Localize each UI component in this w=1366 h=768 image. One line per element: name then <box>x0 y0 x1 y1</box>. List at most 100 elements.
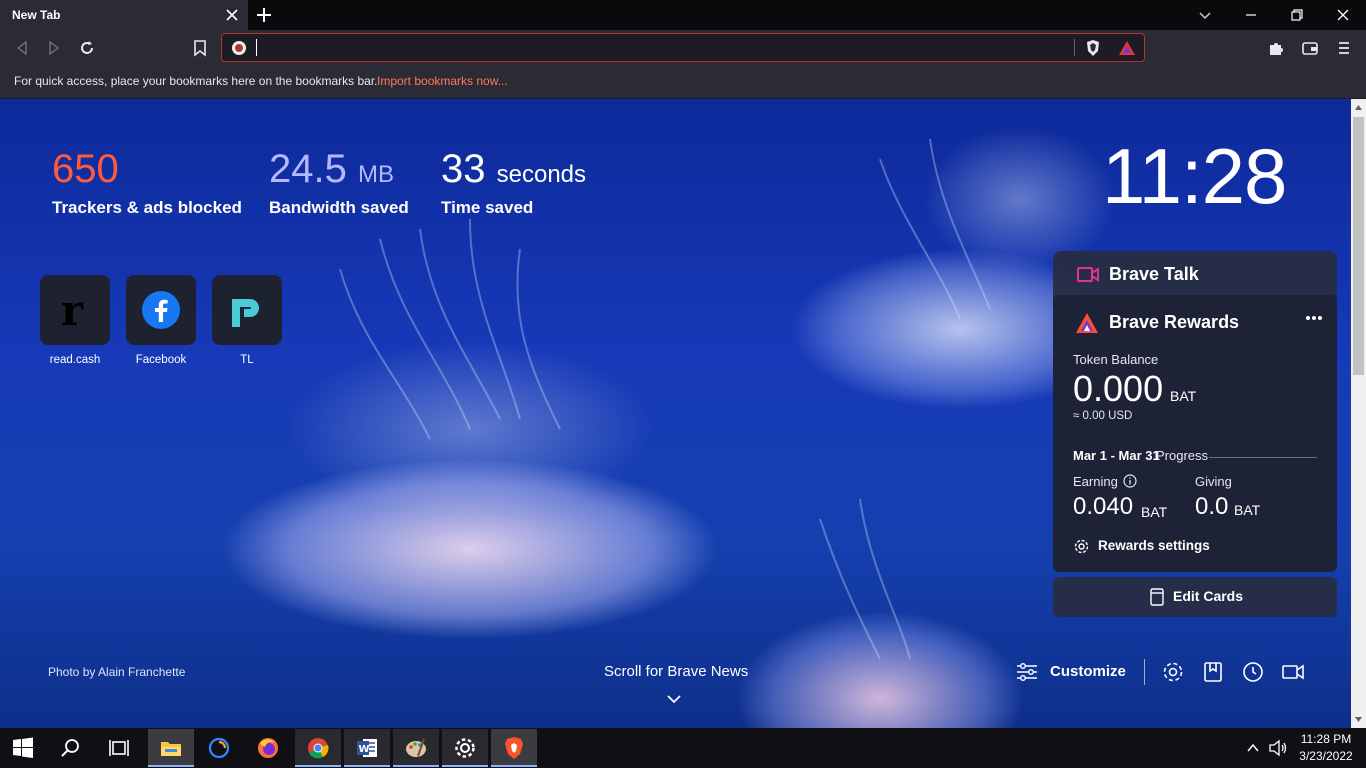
show-hidden-icons-chevron-icon[interactable] <box>1246 741 1260 755</box>
token-balance-label: Token Balance <box>1073 352 1159 367</box>
new-tab-page: 650 Trackers & ads blocked 24.5 MB Bandw… <box>0 99 1366 728</box>
brave-talk-card[interactable]: Brave Talk <box>1053 251 1337 301</box>
chrome-icon <box>308 738 329 759</box>
brave-browser-icon <box>505 737 523 759</box>
page-scrollbar[interactable] <box>1351 99 1366 728</box>
brave-talk-title: Brave Talk <box>1109 264 1199 284</box>
token-balance-unit: BAT <box>1170 388 1197 404</box>
brave-rewards-icon[interactable] <box>1118 39 1136 57</box>
edit-cards-button[interactable]: Edit Cards <box>1053 577 1337 617</box>
tab-new-tab[interactable]: New Tab <box>0 0 248 30</box>
brave-rewards-logo-icon <box>1076 313 1098 333</box>
top-site-label: read.cash <box>49 354 101 366</box>
svg-text:r: r <box>61 289 84 331</box>
svg-text:W: W <box>359 744 370 755</box>
import-bookmarks-link[interactable]: Import bookmarks now... <box>377 74 508 88</box>
address-bar[interactable] <box>221 33 1145 62</box>
volume-icon[interactable] <box>1268 739 1288 757</box>
settings-gear-icon <box>455 738 475 758</box>
token-balance-value: 0.000 <box>1073 368 1164 409</box>
read-cash-icon: r <box>61 289 84 331</box>
back-icon[interactable] <box>12 38 32 58</box>
giving-value: 0.0 <box>1195 493 1229 520</box>
history-icon[interactable] <box>1241 660 1265 684</box>
customize-label: Customize <box>1050 663 1126 680</box>
earning-value: 0.040 <box>1073 493 1134 520</box>
windows-taskbar: W 11:28 PM 3/23/2022 <box>0 728 1366 768</box>
taskbar-date[interactable]: 3/23/2022 <box>1296 749 1356 763</box>
sliders-icon <box>1017 663 1037 681</box>
start-button[interactable] <box>0 729 46 767</box>
brave-shields-icon[interactable] <box>1084 39 1102 57</box>
time-value-wrap: 33 seconds <box>441 147 586 192</box>
address-input[interactable] <box>252 37 1062 57</box>
photo-credit[interactable]: Photo by Alain Franchette <box>48 665 185 679</box>
scroll-for-news[interactable]: Scroll for Brave News <box>604 663 748 680</box>
brave-taskbar-item[interactable] <box>491 729 537 767</box>
more-options-icon[interactable] <box>1305 315 1323 321</box>
video-camera-icon <box>1077 267 1099 282</box>
top-site-label: TL <box>240 354 254 366</box>
close-tab-icon[interactable] <box>224 7 240 23</box>
progress-divider <box>1209 457 1317 458</box>
menu-icon[interactable] <box>1334 38 1354 58</box>
chrome-taskbar-item[interactable] <box>295 729 341 767</box>
bottom-divider <box>1144 659 1145 685</box>
top-site-facebook[interactable] <box>126 275 196 345</box>
trackers-count: 650 <box>52 147 119 191</box>
bookmarks-bar: For quick access, place your bookmarks h… <box>0 66 1366 99</box>
task-view-button[interactable] <box>96 729 142 767</box>
customize-button[interactable]: Customize <box>1014 660 1126 684</box>
scroll-down-icon[interactable] <box>1354 715 1363 724</box>
scroll-up-icon[interactable] <box>1354 103 1363 112</box>
time-unit: seconds <box>496 161 587 188</box>
giving-label: Giving <box>1195 474 1232 489</box>
settings-icon[interactable] <box>1161 660 1185 684</box>
bookmarks-hint: For quick access, place your bookmarks h… <box>14 74 378 88</box>
bookmarks-manager-icon[interactable] <box>1201 660 1225 684</box>
search-button[interactable] <box>48 729 94 767</box>
firefox-taskbar-item[interactable] <box>245 729 291 767</box>
new-tab-plus-icon[interactable] <box>254 5 274 25</box>
tab-title: New Tab <box>12 8 61 22</box>
earning-label: Earning <box>1073 474 1118 489</box>
rewards-settings-button[interactable]: Rewards settings <box>1073 537 1253 557</box>
task-view-icon <box>109 740 129 756</box>
forward-icon[interactable] <box>44 38 64 58</box>
firefox-icon <box>258 738 278 758</box>
bandwidth-value: 24.5 <box>269 147 347 191</box>
reload-icon[interactable] <box>77 38 97 58</box>
progress-label: Progress <box>1156 448 1209 463</box>
word-taskbar-item[interactable]: W <box>344 729 390 767</box>
omnibox-divider <box>1074 39 1075 56</box>
rewards-period: Mar 1 - Mar 31 <box>1073 448 1160 463</box>
wallet-icon[interactable] <box>1300 38 1320 58</box>
minimize-icon[interactable] <box>1240 4 1262 26</box>
paint-taskbar-item[interactable] <box>393 729 439 767</box>
top-site-tl[interactable] <box>212 275 282 345</box>
site-info-icon[interactable] <box>231 40 247 56</box>
app-taskbar-item[interactable] <box>196 729 242 767</box>
edit-cards-label: Edit Cards <box>1173 588 1244 604</box>
tab-search-chevron-icon[interactable] <box>1194 4 1216 26</box>
taskbar-time[interactable]: 11:28 PM <box>1298 732 1354 746</box>
settings-taskbar-item[interactable] <box>442 729 488 767</box>
brave-talk-icon[interactable] <box>1281 660 1305 684</box>
extensions-icon[interactable] <box>1266 38 1286 58</box>
top-site-read-cash[interactable]: r <box>40 275 110 345</box>
restore-icon[interactable] <box>1286 4 1308 26</box>
tab-strip: New Tab <box>0 0 1366 30</box>
rewards-settings-label: Rewards settings <box>1098 538 1210 553</box>
file-explorer-taskbar-item[interactable] <box>148 729 194 767</box>
search-icon <box>61 739 79 757</box>
word-icon: W <box>357 739 377 757</box>
browser-toolbar <box>0 30 1366 66</box>
text-caret <box>256 39 257 56</box>
bookmark-icon[interactable] <box>190 38 210 58</box>
close-window-icon[interactable] <box>1332 4 1354 26</box>
info-icon[interactable] <box>1123 474 1137 488</box>
scrollbar-thumb[interactable] <box>1353 117 1364 375</box>
tp-link-icon <box>232 299 259 327</box>
sync-app-icon <box>208 737 230 759</box>
chevron-down-icon[interactable] <box>666 693 682 705</box>
